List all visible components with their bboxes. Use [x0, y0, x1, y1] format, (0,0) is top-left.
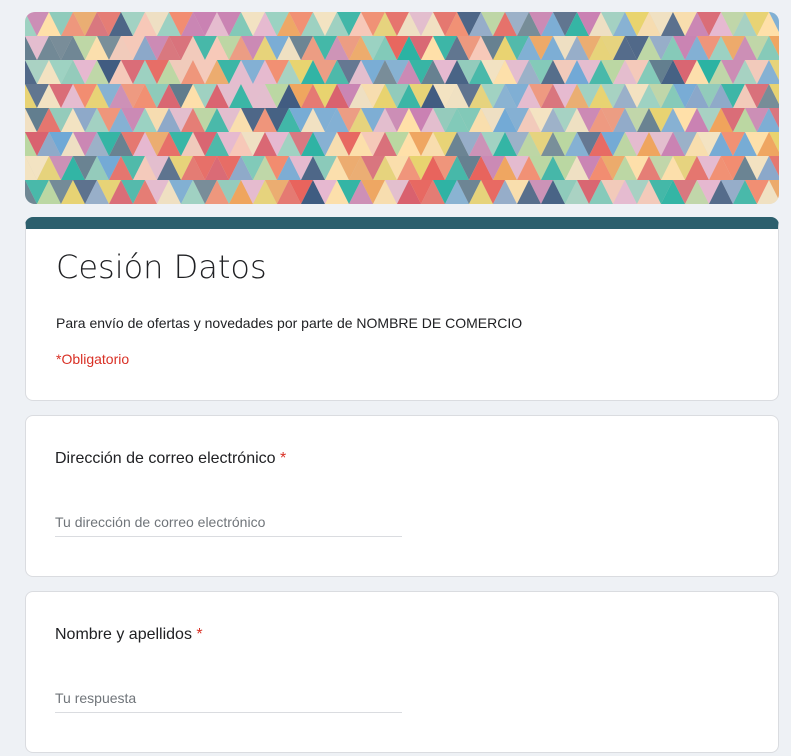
form-title: Cesión Datos — [56, 248, 267, 286]
header-banner-image — [25, 12, 779, 204]
geometric-pattern-image — [25, 12, 779, 204]
form-description: Para envío de ofertas y novedades por pa… — [56, 315, 523, 331]
form-title-card: Cesión Datos Para envío de ofertas y nov… — [25, 217, 779, 401]
required-note: *Obligatorio — [56, 351, 130, 367]
required-asterisk: * — [196, 626, 203, 643]
name-input[interactable] — [55, 684, 402, 713]
form-page: Cesión Datos Para envío de ofertas y nov… — [25, 12, 779, 753]
question-title: Dirección de correo electrónico — [55, 450, 276, 467]
question-title: Nombre y apellidos — [55, 626, 192, 643]
question-label-name: Nombre y apellidos * — [55, 626, 203, 644]
email-input[interactable] — [55, 508, 402, 537]
question-label-email: Dirección de correo electrónico * — [55, 450, 286, 468]
required-asterisk: * — [280, 450, 287, 467]
question-card-email: Dirección de correo electrónico * — [25, 415, 779, 577]
question-card-name: Nombre y apellidos * — [25, 591, 779, 753]
